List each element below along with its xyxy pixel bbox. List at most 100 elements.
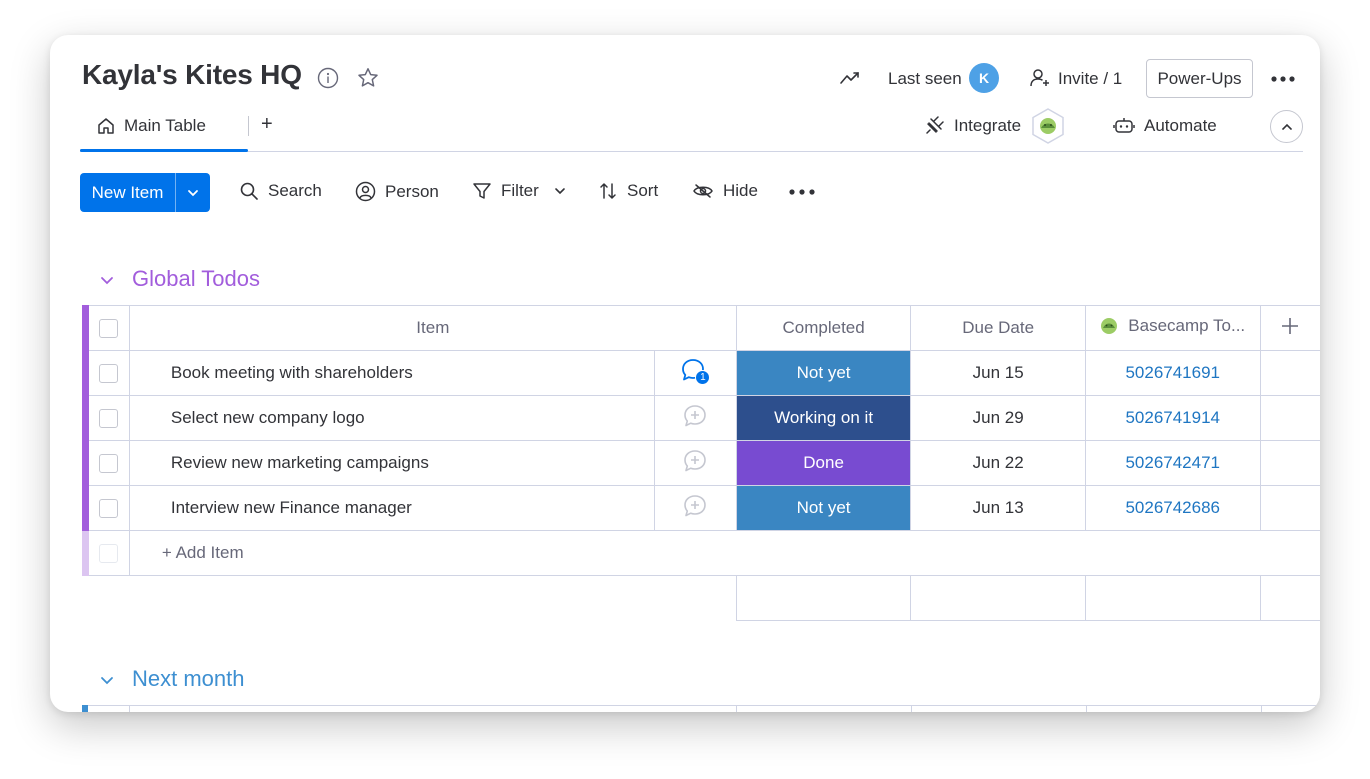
table-row[interactable]: Interview new Finance manager Not yet Ju… — [82, 485, 1320, 531]
add-update-icon — [684, 494, 707, 516]
group-collapse-chevron-icon[interactable] — [98, 671, 116, 689]
activity-icon[interactable] — [838, 67, 862, 89]
item-name[interactable]: Interview new Finance manager — [128, 485, 655, 531]
row-checkbox-cell — [87, 395, 130, 441]
add-item-input[interactable]: + Add Item — [128, 530, 1320, 576]
board-window: Kayla's Kites HQ Last seen K Invite / 1 … — [50, 35, 1320, 712]
eye-hidden-icon — [693, 184, 713, 198]
group-title-global-todos[interactable]: Global Todos — [132, 266, 260, 292]
basecamp-link[interactable]: 5026741914 — [1084, 395, 1261, 441]
column-header-basecamp-label: Basecamp To... — [1128, 316, 1246, 335]
search-button[interactable]: Search — [239, 181, 322, 201]
group-collapse-chevron-icon[interactable] — [98, 271, 116, 289]
person-label[interactable]: Person — [385, 182, 439, 202]
due-date-cell[interactable]: Jun 15 — [910, 350, 1086, 396]
new-item-button[interactable]: New Item — [80, 173, 210, 212]
add-view-button[interactable]: + — [261, 113, 273, 136]
chevron-down-icon — [554, 188, 565, 195]
powerups-button[interactable]: Power-Ups — [1146, 59, 1253, 98]
item-name[interactable]: Select new company logo — [128, 395, 655, 441]
collapse-header-button[interactable] — [1270, 110, 1303, 143]
hide-label[interactable]: Hide — [723, 181, 758, 201]
item-name[interactable]: Review new marketing campaigns — [128, 440, 655, 486]
filter-icon — [473, 183, 491, 199]
toolbar-more-icon[interactable] — [786, 184, 818, 200]
tab-main-table[interactable]: Main Table — [124, 116, 206, 136]
item-name[interactable]: Book meeting with shareholders — [128, 350, 655, 396]
empty-cell — [1259, 395, 1320, 441]
person-filter-button[interactable]: Person — [355, 181, 439, 202]
column-divider — [1086, 705, 1087, 712]
column-divider — [129, 705, 130, 712]
basecamp-link[interactable]: 5026742686 — [1084, 485, 1261, 531]
due-date-cell[interactable]: Jun 22 — [910, 440, 1086, 486]
status-cell[interactable]: Not yet — [735, 350, 912, 396]
more-options-icon[interactable] — [1268, 69, 1298, 89]
summary-cell — [1084, 575, 1261, 621]
integrate-button[interactable]: Integrate — [954, 116, 1021, 136]
basecamp-link[interactable]: 5026741691 — [1084, 350, 1261, 396]
due-date-cell[interactable]: Jun 29 — [910, 395, 1086, 441]
table-row[interactable]: Review new marketing campaigns Done Jun … — [82, 440, 1320, 486]
filter-button[interactable]: Filter — [472, 181, 566, 201]
integrate-icon[interactable] — [922, 114, 946, 138]
column-header-completed[interactable]: Completed — [735, 305, 912, 351]
row-checkbox[interactable] — [99, 454, 119, 473]
table-row[interactable]: Select new company logo Working on it Ju… — [82, 395, 1320, 441]
active-tab-indicator — [80, 149, 248, 152]
row-checkbox[interactable] — [99, 499, 119, 518]
row-checkbox-cell — [87, 485, 130, 531]
invite-person-icon[interactable] — [1028, 66, 1052, 90]
automate-button[interactable]: Automate — [1144, 116, 1217, 136]
tab-separator — [248, 116, 249, 136]
search-icon — [240, 182, 258, 200]
add-column-button[interactable] — [1259, 305, 1320, 351]
basecamp-link[interactable]: 5026742471 — [1084, 440, 1261, 486]
group-title-next-month[interactable]: Next month — [132, 666, 245, 692]
summary-cell — [735, 575, 912, 621]
row-checkbox-cell — [87, 530, 130, 576]
empty-cell — [1259, 485, 1320, 531]
empty-cell — [1259, 440, 1320, 486]
table-row[interactable]: Book meeting with shareholders 1 Not yet… — [82, 350, 1320, 396]
column-header-basecamp[interactable]: Basecamp To... — [1084, 305, 1261, 351]
updates-cell[interactable]: 1 — [653, 350, 737, 396]
chevron-down-icon[interactable] — [176, 189, 210, 197]
summary-row — [82, 575, 1320, 621]
column-header-item[interactable]: Item — [128, 305, 737, 351]
group-color-bar — [82, 705, 88, 712]
updates-count-badge: 1 — [695, 369, 711, 385]
updates-cell[interactable] — [653, 395, 737, 441]
star-icon[interactable] — [355, 65, 381, 91]
add-row-checkbox — [99, 544, 119, 563]
updates-cell[interactable] — [653, 485, 737, 531]
updates-cell[interactable] — [653, 440, 737, 486]
sort-button[interactable]: Sort — [598, 181, 658, 201]
column-header-due-date[interactable]: Due Date — [910, 305, 1086, 351]
row-checkbox[interactable] — [99, 409, 119, 428]
filter-label[interactable]: Filter — [501, 181, 539, 201]
search-label[interactable]: Search — [268, 181, 322, 201]
row-checkbox[interactable] — [99, 364, 119, 383]
avatar[interactable]: K — [969, 63, 999, 93]
status-cell[interactable]: Not yet — [735, 485, 912, 531]
info-icon[interactable] — [316, 66, 340, 90]
new-item-label[interactable]: New Item — [80, 183, 175, 203]
add-item-row[interactable]: + Add Item — [82, 530, 1320, 576]
column-divider — [911, 705, 912, 712]
invite-button[interactable]: Invite / 1 — [1058, 69, 1122, 89]
status-cell[interactable]: Done — [735, 440, 912, 486]
last-seen-label[interactable]: Last seen — [888, 69, 962, 89]
add-update-icon — [684, 404, 707, 426]
empty-cell — [1259, 350, 1320, 396]
select-all-cell — [87, 305, 130, 351]
summary-cell — [1259, 575, 1320, 621]
hide-button[interactable]: Hide — [692, 181, 758, 201]
basecamp-integration-icon[interactable] — [1030, 107, 1066, 145]
automate-icon[interactable] — [1112, 115, 1136, 137]
board-title[interactable]: Kayla's Kites HQ — [82, 59, 302, 91]
status-cell[interactable]: Working on it — [735, 395, 912, 441]
select-all-checkbox[interactable] — [99, 319, 119, 338]
due-date-cell[interactable]: Jun 13 — [910, 485, 1086, 531]
sort-label[interactable]: Sort — [627, 181, 658, 201]
